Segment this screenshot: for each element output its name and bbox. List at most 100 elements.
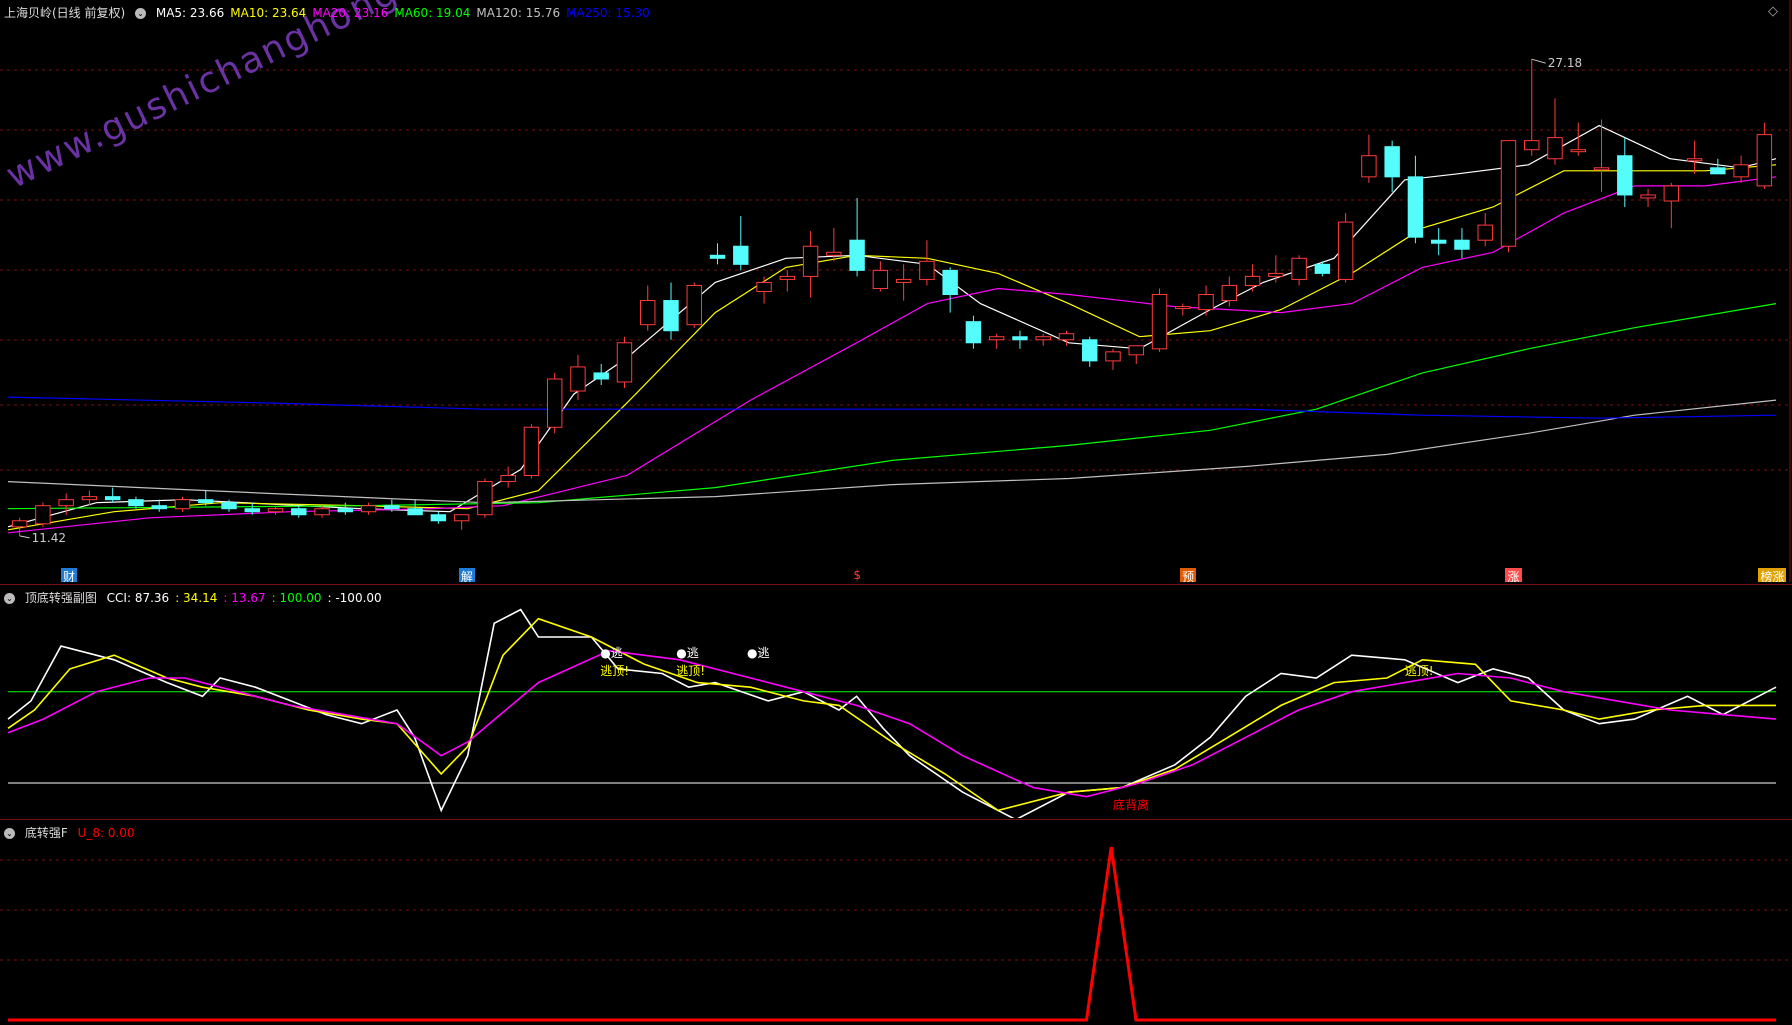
cci-annotation: 逃顶! <box>600 664 629 678</box>
collapse-icon[interactable]: ⌄ <box>4 593 15 604</box>
candle <box>802 231 819 298</box>
candle-body <box>616 342 633 383</box>
panel-controls[interactable]: ◇ <box>1768 4 1778 19</box>
candle-body <box>1337 221 1354 280</box>
candle <box>733 216 749 271</box>
candle <box>1477 213 1493 247</box>
candle-body <box>384 505 400 510</box>
event-marker[interactable]: 预 <box>1180 568 1197 582</box>
candle-body <box>1244 275 1261 286</box>
candle-body <box>453 514 470 522</box>
candle <box>58 493 74 515</box>
main-title: 上海贝岭(日线 前复权) <box>4 6 126 20</box>
f-series-line <box>8 846 1776 1022</box>
candle <box>1361 134 1377 183</box>
candle <box>1291 255 1307 286</box>
main-price-chart[interactable]: 上海贝岭(日线 前复权) ⌄ MA5: 23.66 MA10: 23.64 MA20… <box>0 0 1792 582</box>
cci-indicator-panel[interactable]: ⌄ 顶底转强副图 CCI: 87.36: 34.14: 13.67: 100.0… <box>0 584 1792 818</box>
cci-title: 顶底转强副图 <box>24 591 97 605</box>
candle-body <box>104 496 121 501</box>
high-pointer <box>1531 58 1546 64</box>
candle <box>1663 182 1680 229</box>
candle-body <box>477 481 493 516</box>
ma-legend-item: MA10: 23.64 <box>230 6 307 20</box>
ma-line-ma120 <box>7 399 1777 504</box>
cci-annotation: ●逃 <box>747 646 769 660</box>
candle-body <box>430 514 447 522</box>
candle <box>616 336 633 389</box>
candle-body <box>1710 167 1726 175</box>
candle-body <box>1593 167 1610 171</box>
candle <box>1570 122 1586 156</box>
ma-legend-item: MA5: 23.66 <box>155 6 225 20</box>
candle <box>151 499 167 512</box>
candle <box>1151 288 1168 352</box>
candle-body <box>1524 140 1540 151</box>
candle-body <box>1105 351 1121 362</box>
candle <box>35 502 51 527</box>
candle-body <box>1221 284 1238 302</box>
candle-body <box>523 426 540 477</box>
candle-body <box>1012 336 1028 341</box>
f-indicator-panel[interactable]: ⌄ 底转强F U_8: 0.00 <box>0 819 1792 1025</box>
candle-body <box>128 499 144 507</box>
candle <box>174 496 191 512</box>
candle <box>1105 348 1121 370</box>
collapse-icon[interactable]: ⌄ <box>135 8 147 19</box>
candle-body <box>1756 134 1773 187</box>
candle <box>1244 264 1261 292</box>
diamond-icon[interactable]: ◇ <box>1768 4 1778 19</box>
candle <box>942 267 958 313</box>
candle <box>1547 98 1563 165</box>
cci-annotation: 逃顶! <box>1405 664 1434 678</box>
candle-body <box>965 321 982 344</box>
cci-series-line <box>7 608 1777 818</box>
high-price-label: 27.18 <box>1548 56 1582 70</box>
candle-body <box>81 496 98 501</box>
candle-body <box>1035 336 1051 341</box>
candle-body <box>1570 149 1586 153</box>
candle-body <box>407 508 423 516</box>
candle <box>779 270 796 292</box>
candle-body <box>942 269 958 296</box>
ma-legend-item: MA250: 15.30 <box>566 6 650 20</box>
cci-value-item: : 13.67 <box>223 591 266 605</box>
event-marker[interactable]: 财 <box>61 568 78 582</box>
event-marker[interactable]: $ <box>851 568 863 582</box>
candle-body <box>1128 345 1144 356</box>
cci-value-item: : -100.00 <box>327 591 382 605</box>
candle <box>1337 213 1354 283</box>
candle <box>430 511 447 524</box>
candle-body <box>1175 306 1191 310</box>
candle <box>849 197 865 277</box>
candle-body <box>1314 263 1331 274</box>
candle-body <box>174 499 191 510</box>
cci-value-item: : 34.14 <box>175 591 218 605</box>
candle-body <box>244 508 260 513</box>
candle-body <box>500 475 516 483</box>
candle-body <box>709 254 726 259</box>
candle <box>523 424 540 479</box>
candle <box>1430 228 1447 256</box>
candle-body <box>151 505 167 510</box>
candle-body <box>1361 155 1377 178</box>
ma-legend-item: MA120: 15.76 <box>476 6 561 20</box>
candle-body <box>1291 257 1307 280</box>
candle-body <box>267 508 284 513</box>
candle-body <box>802 245 819 277</box>
candle <box>709 243 726 265</box>
candle <box>1082 336 1098 367</box>
event-marker[interactable]: 解 <box>458 568 475 582</box>
candle <box>1686 140 1703 174</box>
event-marker[interactable]: 榜涨 <box>1758 568 1787 582</box>
candle-body <box>895 278 912 283</box>
candle <box>291 505 307 518</box>
event-marker[interactable]: 涨 <box>1505 568 1522 582</box>
ma-line-ma60 <box>7 303 1777 510</box>
candle-body <box>360 505 377 513</box>
candle <box>570 354 586 401</box>
candle <box>1500 140 1517 253</box>
collapse-icon[interactable]: ⌄ <box>4 828 15 839</box>
cci-legend: ⌄ 顶底转强副图 CCI: 87.36: 34.14: 13.67: 100.0… <box>4 589 394 606</box>
candle <box>546 372 563 434</box>
